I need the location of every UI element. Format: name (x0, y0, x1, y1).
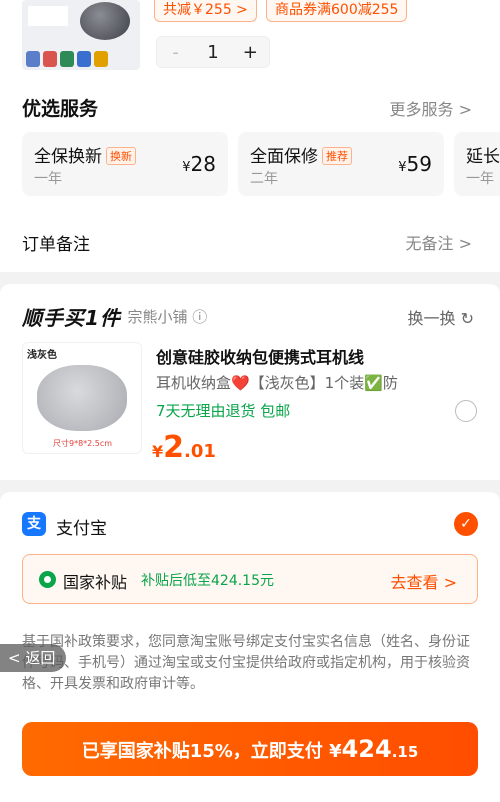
add-on-product-image[interactable]: 浅灰色 尺寸9*8*2.5cm (22, 342, 142, 454)
bottom-safe-area (0, 786, 500, 802)
subsidy-desc: 补贴后低至424.15元 (141, 573, 274, 589)
service-card-replace[interactable]: 全保换新 换新 一年 ¥28 (22, 132, 228, 196)
service-card-repair[interactable]: 全面保修 推荐 二年 ¥59 (238, 132, 444, 196)
price-integer: 2 (163, 430, 185, 465)
quantity-stepper: - 1 + (156, 36, 270, 68)
pay-amount-integer: 424 (341, 735, 392, 763)
service-price: 59 (406, 152, 432, 176)
earbud-case-image (80, 2, 130, 40)
order-note-label: 订单备注 (22, 235, 90, 255)
add-on-select-radio[interactable] (455, 400, 477, 422)
pay-button-prefix: 已享国家补贴15%，立即支付 ¥ (81, 741, 342, 762)
service-name: 延长 (466, 147, 500, 167)
swap-button[interactable]: 换一换 ↻ (408, 305, 475, 329)
quantity-decrease-button[interactable]: - (157, 42, 194, 63)
quantity-increase-button[interactable]: + (232, 42, 269, 63)
silicone-case-image (37, 365, 127, 431)
return-policy: 7天无理由退货 包邮 (156, 402, 291, 420)
add-on-brand-title: 顺手买1件 (22, 306, 121, 330)
top-product-card: 共减￥255 > 商品券满600减255 - 1 + (0, 0, 500, 82)
thumbnail-badge (28, 6, 68, 26)
service-name: 全保换新 (34, 147, 102, 167)
back-button[interactable]: < 返回 (0, 644, 66, 672)
order-note-value[interactable]: 无备注 > (406, 230, 473, 254)
pay-amount-decimal: .15 (391, 743, 419, 761)
service-term: 二年 (250, 171, 278, 187)
discount-tag[interactable]: 共减￥255 > (154, 0, 257, 22)
payment-selected-check-icon[interactable]: ✓ (454, 512, 478, 536)
services-title: 优选服务 (22, 98, 99, 120)
shop-name[interactable]: · 宗熊小铺 ⓘ (118, 306, 207, 327)
subsidy-notice: 基于国补政策要求，您同意淘宝账号绑定支付宝实名信息（姓名、身份证件号码、手机号）… (22, 634, 470, 692)
image-color-label: 浅灰色 (27, 350, 57, 361)
more-services-link[interactable]: 更多服务 > (390, 96, 473, 120)
service-card-extend[interactable]: 延长 一年 (454, 132, 500, 196)
service-badge: 换新 (106, 147, 136, 165)
image-size-label: 尺寸9*8*2.5cm (53, 439, 113, 448)
service-badge: 推荐 (322, 147, 352, 165)
alipay-icon: 支 (22, 512, 46, 536)
pay-now-button[interactable]: 已享国家补贴15%，立即支付 ¥424.15 (22, 722, 478, 776)
thumbnail-feature-icons (26, 51, 108, 67)
coupon-tag: 商品券满600减255 (266, 0, 408, 22)
subsidy-view-link[interactable]: 去查看 > (391, 569, 458, 593)
currency-symbol: ¥ (152, 442, 164, 461)
service-price: 28 (190, 152, 216, 176)
national-subsidy-banner[interactable]: 国家补贴 补贴后低至424.15元 去查看 > (22, 554, 478, 604)
quantity-value[interactable]: 1 (194, 42, 231, 63)
product-thumbnail[interactable] (22, 0, 140, 70)
subsidy-title: 国家补贴 (63, 573, 128, 592)
service-term: 一年 (466, 171, 494, 187)
service-term: 一年 (34, 171, 62, 187)
payment-method-label[interactable]: 支付宝 (56, 514, 107, 539)
service-name: 全面保修 (250, 147, 318, 167)
subsidy-icon (39, 571, 56, 588)
currency-symbol: ¥ (398, 160, 407, 175)
currency-symbol: ¥ (182, 160, 191, 175)
price-decimal: .01 (184, 441, 216, 462)
add-on-price: ¥2.01 (152, 430, 216, 465)
add-on-product-title[interactable]: 创意硅胶收纳包便携式耳机线 (156, 344, 364, 368)
add-on-product-desc: 耳机收纳盒❤️【浅灰色】1个装✅防 (156, 374, 398, 392)
